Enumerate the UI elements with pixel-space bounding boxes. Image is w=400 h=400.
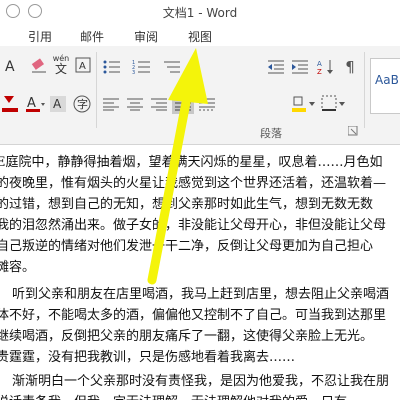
svg-text:Z: Z [317, 68, 322, 76]
svg-text:3: 3 [132, 70, 135, 75]
paragraph-launcher-icon[interactable] [346, 124, 360, 138]
align-center-icon[interactable] [126, 96, 144, 112]
doc-line: 体不好，不能喝太多的酒，偏偏他又控制不了自己。可当我到达那里 [0, 308, 387, 323]
tab-view[interactable]: 视图 [188, 28, 212, 45]
window-title: 文档1 - Word [162, 6, 238, 20]
char-border-icon[interactable]: A [74, 56, 92, 74]
enclose-char-icon[interactable]: 字 [72, 94, 92, 114]
align-right-icon[interactable] [150, 96, 168, 112]
char-shading-icon[interactable]: A [48, 94, 68, 114]
style-preview: AaB [375, 73, 399, 87]
shading-icon[interactable] [290, 94, 316, 114]
align-left-icon[interactable] [102, 96, 120, 112]
grow-font-icon[interactable]: A [4, 56, 20, 74]
increase-indent-icon[interactable] [290, 58, 310, 76]
doc-line: 说话责备我，但我一定无法理解。无法理解他对我的爱，只有 [0, 391, 347, 400]
distributed-icon[interactable] [198, 96, 216, 112]
doc-line: 的夜晚里，惟有烟头的火星让我感觉到这个世界还活着，还温软着— [0, 176, 387, 191]
svg-text:A: A [79, 61, 86, 72]
doc-line: E庭院中，静静得抽着烟，望着满天闪烁的星星，叹息着……月色如 [0, 155, 383, 170]
title-bar: 文档1 - Word [0, 0, 400, 24]
text-color-icon[interactable]: A [24, 94, 46, 114]
sort-icon[interactable]: AZ [316, 58, 336, 76]
bullets-icon[interactable] [102, 58, 122, 76]
document-page[interactable]: E庭院中，静静得抽着烟，望着满天闪烁的星星，叹息着……月色如 的夜晚里，惟有烟头… [0, 145, 400, 400]
tab-review[interactable]: 审阅 [134, 28, 158, 45]
svg-text:A: A [5, 59, 15, 73]
justify-icon[interactable] [172, 94, 194, 114]
ribbon-divider-2 [364, 52, 365, 128]
ribbon-divider [96, 52, 97, 128]
svg-text:A: A [317, 60, 322, 68]
borders-icon[interactable] [320, 94, 346, 114]
doc-line: 摊容。 [0, 260, 36, 275]
numbering-icon[interactable]: 123 [132, 58, 152, 76]
svg-text:A: A [53, 97, 62, 111]
doc-line: 我的泪忽然涌出来。做子女的，非没能让父母开心，非但没能让父母 [0, 218, 387, 233]
doc-line: 渐渐明白一个父亲那时没有责怪我，是因为他爱我，不忍让我在朋 [12, 374, 390, 389]
decrease-indent-icon[interactable] [266, 58, 286, 76]
doc-line: 贵霆霆，没有把我教训，只是伤感地看着我离去…… [0, 350, 296, 365]
doc-line: 继续喝酒，反倒把父亲的朋友痛斥了一翻，这使得父亲脸上无光。 [0, 329, 374, 344]
svg-text:字: 字 [77, 97, 88, 111]
font-color-icon[interactable] [0, 94, 20, 114]
clear-format-icon[interactable] [30, 56, 48, 74]
tab-mailings[interactable]: 邮件 [80, 28, 104, 45]
ribbon-tabs: 引用 邮件 审阅 视图 [0, 24, 400, 46]
styles-gallery[interactable]: AaB [370, 58, 400, 114]
doc-line: 的过错，想到自己的无知，想到父亲那时如此生气，想到无数无数 [0, 197, 374, 212]
paragraph-group-label: 段落 [260, 127, 282, 140]
show-marks-icon[interactable]: ¶ [340, 58, 360, 76]
svg-text:A: A [27, 96, 36, 111]
doc-line: 听到父亲和朋友在店里喝酒，我马上赶到店里，想去阻止父亲喝酒 [12, 287, 390, 302]
ribbon: A wén 文 A A A 字 123 AZ ¶ 段落 AaB [0, 46, 400, 145]
multilevel-list-icon[interactable] [162, 58, 182, 76]
phonetic-guide-button[interactable]: wén 文 [52, 54, 70, 76]
doc-line: 自己叛逆的情绪对他们发泄一干二净，反倒让父母更加为自己担心 [0, 239, 374, 254]
tab-references[interactable]: 引用 [28, 28, 52, 45]
